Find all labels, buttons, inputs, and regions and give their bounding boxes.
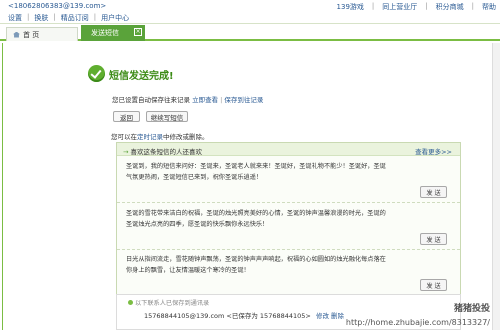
recommend-title: → 喜欢这条短信的人还喜欢: [123, 146, 202, 156]
points-mall-link[interactable]: 积分商城: [436, 2, 464, 12]
view-now-link[interactable]: 立即查看: [192, 96, 218, 104]
message-text: 圣诞到，我的短信来问好：圣诞来，圣诞老人就来来！圣诞好，圣诞礼物不能少！圣诞好，…: [126, 163, 386, 181]
settings-link[interactable]: 设置: [8, 13, 22, 23]
home-icon: [13, 31, 20, 38]
send-button[interactable]: 发 送: [420, 186, 447, 198]
continue-button[interactable]: 继续写短信: [146, 111, 188, 122]
timing-notice: 您可以在定时记录中修改或删除。: [111, 131, 209, 141]
message-text: 日光从指间流走，雪花随钟声飘荡，圣诞的钟声声声响起，祝福的心如圆如的烛光融化每点…: [126, 256, 386, 274]
tab-bar: 首 页 发送短信 ×: [0, 25, 500, 41]
top-right-links: 139游戏 | 同上营业厅 | 积分商城 | 帮助: [336, 2, 496, 12]
arrow-icon: →: [123, 148, 131, 156]
send-button[interactable]: 发 送: [420, 279, 447, 291]
timed-records-link[interactable]: 定时记录: [137, 133, 163, 141]
business-hall-link[interactable]: 同上营业厅: [382, 2, 417, 12]
contacts-label-text: 以下联系人已保存到通讯录: [135, 300, 210, 307]
tab-home[interactable]: 首 页: [6, 27, 78, 41]
account-email: <18062806383@139.com>: [8, 2, 107, 10]
tab-send-sms-label: 发送短信: [91, 29, 119, 37]
subscription-link[interactable]: 精品订阅: [61, 13, 89, 23]
contacts-label: 以下联系人已保存到通讯录: [128, 298, 209, 307]
account-links: 设置 | 换肤 | 精品订阅 | 用户中心: [8, 13, 130, 23]
user-center-link[interactable]: 用户中心: [101, 13, 129, 23]
watermark-url: http://home.zhubajie.com/8313327/: [345, 318, 490, 327]
close-icon[interactable]: ×: [134, 28, 142, 36]
recommend-panel: → 喜欢这条短信的人还喜欢 查看更多>> 圣诞到，我的短信来问好：圣诞来，圣诞老…: [116, 142, 461, 296]
view-more-link[interactable]: 查看更多>>: [415, 146, 452, 156]
contact-icon: [128, 300, 133, 305]
page-title: 短信发送完成!: [109, 71, 174, 82]
list-item: 圣诞到，我的短信来问好：圣诞来，圣诞老人就来来！圣诞好，圣诞礼物不能少！圣诞好，…: [117, 157, 460, 203]
back-button[interactable]: 返回: [113, 111, 140, 122]
top-bar: <18062806383@139.com> 设置 | 换肤 | 精品订阅 | 用…: [0, 0, 500, 24]
game-link[interactable]: 139游戏: [337, 2, 364, 12]
tab-home-label: 首 页: [23, 30, 40, 39]
left-border: [2, 43, 3, 330]
list-item: 日光从指间流走，雪花随钟声飘荡，圣诞的钟声声声响起，祝福的心如圆如的烛光融化每点…: [117, 250, 460, 296]
help-link[interactable]: 帮助: [482, 2, 496, 12]
skin-link[interactable]: 换肤: [34, 13, 48, 23]
save-setting-link[interactable]: 保存到往记录: [224, 96, 263, 104]
list-item: 圣诞的雪花带来洁白的祝福，圣诞的烛光照亮美好的心情，圣诞的钟声温馨浪漫的时光，圣…: [117, 203, 460, 250]
watermark-logo: 猪猪投投: [453, 304, 490, 314]
tab-send-sms[interactable]: 发送短信 ×: [81, 25, 145, 41]
saved-text: 您已设置自动保存往来记录: [112, 96, 190, 104]
recommend-header: → 喜欢这条短信的人还喜欢 查看更多>>: [117, 143, 460, 156]
saved-notice: 您已设置自动保存往来记录 立即查看 | 保存到往记录: [112, 96, 264, 104]
scrollbar[interactable]: [492, 43, 500, 330]
message-text: 圣诞的雪花带来洁白的祝福，圣诞的烛光照亮美好的心情，圣诞的钟声温馨浪漫的时光，圣…: [126, 210, 386, 228]
recommend-title-text: 喜欢这条短信的人还喜欢: [130, 148, 203, 156]
timing-prefix: 您可以在: [111, 133, 137, 141]
modify-link[interactable]: 修改: [316, 312, 329, 320]
success-check-icon: [88, 65, 105, 82]
send-button[interactable]: 发 送: [420, 233, 447, 245]
contact-entry: 15768844105@139.com <已保存为 15768844105> 修…: [144, 310, 344, 320]
delete-link[interactable]: 删除: [331, 312, 344, 320]
timing-rest: 中修改或删除。: [163, 133, 209, 141]
contact-address: 15768844105@139.com <已保存为 15768844105>: [144, 312, 311, 320]
